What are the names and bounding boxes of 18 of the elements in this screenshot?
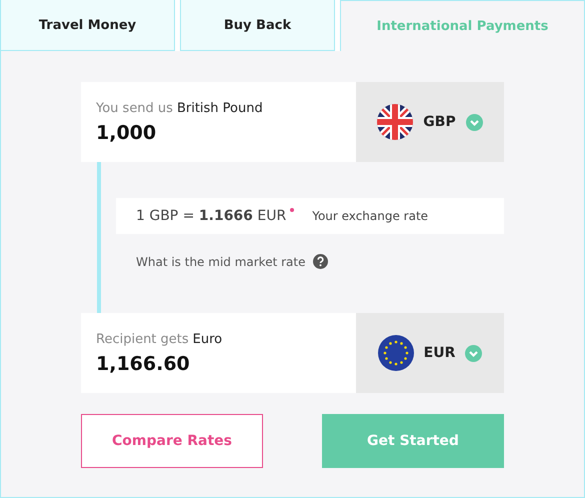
currency-selector[interactable]: EUR: [356, 313, 504, 393]
outline-button[interactable]: Compare Rates: [81, 414, 263, 468]
tab[interactable]: Travel Money: [0, 0, 175, 51]
currency-selector[interactable]: GBP: [356, 82, 504, 162]
amount-field[interactable]: 1,166.60: [96, 352, 356, 374]
help-icon[interactable]: [313, 254, 328, 269]
chevron-down-icon: [466, 114, 483, 130]
amount-label: You send us British Pound: [96, 100, 264, 116]
chevron-down-icon: [465, 344, 482, 362]
exchange-rate: 1 GBP = 1.1666 EUR: [136, 208, 286, 224]
exchange-rate-note: Your exchange rate: [312, 209, 428, 223]
amount-label: Recipient gets Euro: [96, 332, 224, 346]
mid-market-text: What is the mid market rate: [136, 254, 306, 268]
flag-icon: [377, 104, 414, 140]
dot-icon: [290, 208, 294, 212]
amount-field[interactable]: 1,000: [96, 122, 356, 144]
tab[interactable]: Buy Back: [180, 0, 335, 51]
flag-icon: [378, 335, 414, 371]
